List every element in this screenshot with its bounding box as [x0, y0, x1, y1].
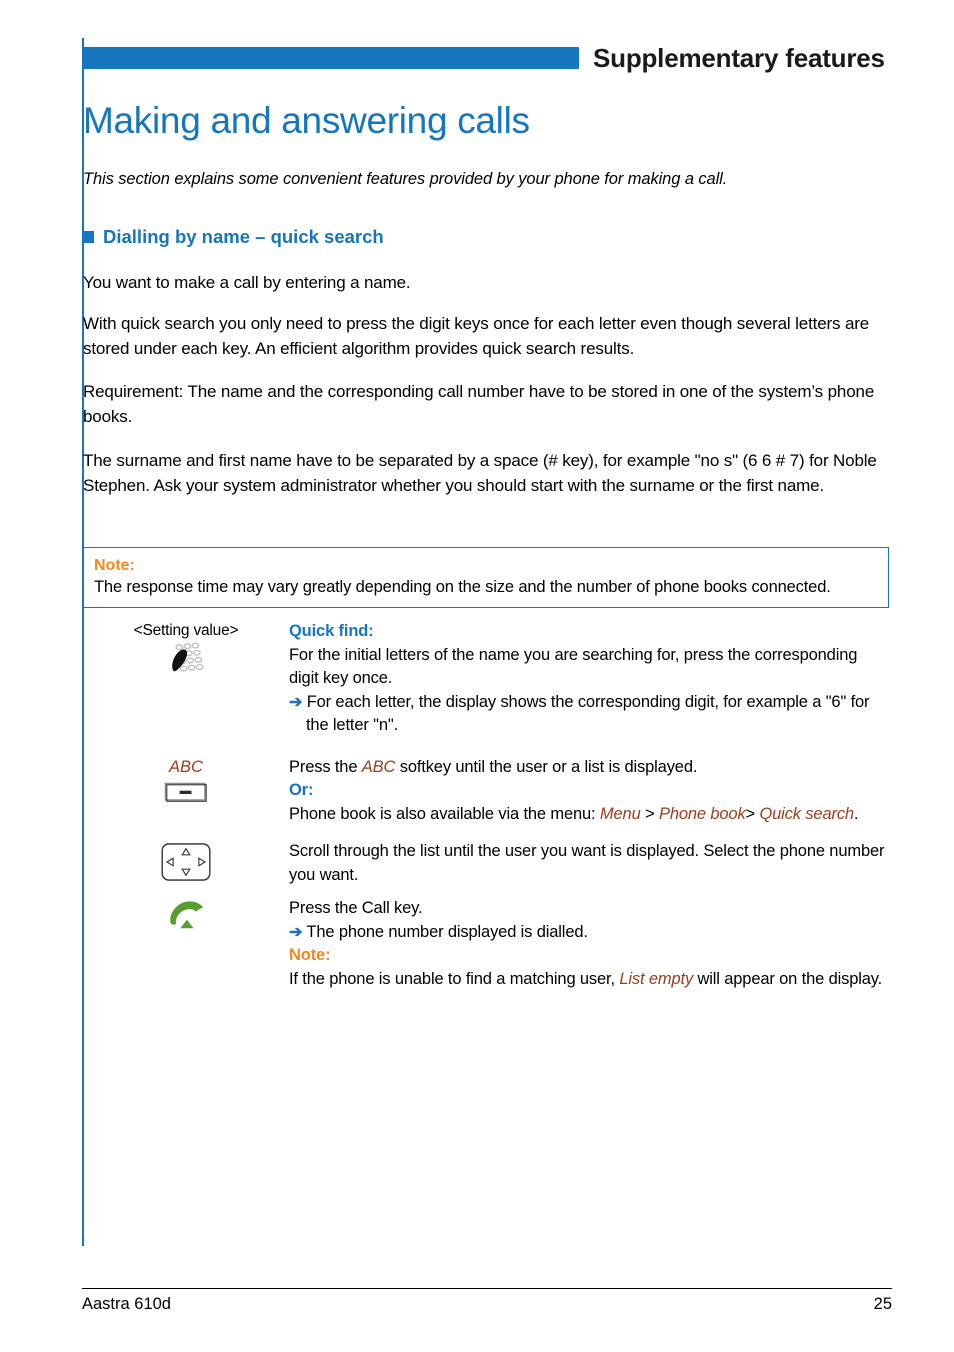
menu-separator-1: >	[640, 804, 659, 823]
menu-path-line: Phone book is also available via the men…	[289, 803, 891, 827]
note-text: The response time may vary greatly depen…	[94, 578, 831, 596]
step-text-after: softkey until the user or a list is disp…	[395, 757, 698, 776]
abc-inline: ABC	[361, 757, 396, 776]
list-empty-inline: List empty	[619, 969, 694, 988]
step-text-before: Press the	[289, 757, 362, 776]
menu-intro: Phone book is also available via the men…	[289, 804, 600, 823]
menu-item-2: Phone book	[658, 804, 746, 823]
step-icon-cell: ABC	[83, 756, 289, 804]
inline-note-label: Note:	[289, 946, 331, 964]
step-text: For the initial letters of the name you …	[289, 645, 858, 688]
step-arrow-text: For each letter, the display shows the c…	[306, 692, 870, 735]
step-icon-cell: <Setting value>	[83, 620, 289, 679]
step-title: Quick find:	[289, 622, 374, 640]
step-text: Scroll through the list until the user y…	[289, 842, 885, 884]
keypad-icon	[172, 642, 204, 672]
instruction-steps: <Setting value> Quick find: For the init…	[83, 620, 891, 993]
footer-product-name: Aastra 610d	[82, 1295, 171, 1313]
paragraph-2: With quick search you only need to press…	[83, 314, 870, 358]
arrow-bullet-icon: ➔	[289, 923, 303, 941]
page-header: Supplementary features	[0, 38, 954, 78]
arrow-bullet-icon: ➔	[289, 693, 303, 711]
page-title: Making and answering calls	[83, 100, 530, 141]
call-key-icon	[170, 901, 203, 929]
section-heading-label: Dialling by name – quick search	[103, 226, 384, 247]
step-row: Scroll through the list until the user y…	[83, 840, 891, 887]
step-icon-cell	[83, 840, 289, 882]
intro-paragraph: This section explains some convenient fe…	[83, 170, 728, 188]
inline-note-before: If the phone is unable to find a matchin…	[289, 969, 620, 988]
navigation-key-icon	[161, 843, 211, 881]
inline-note-after: will appear on the display.	[693, 969, 883, 988]
step-arrow-line: ➔ For each letter, the display shows the…	[289, 691, 891, 738]
step-icon-cell	[83, 897, 289, 933]
step-text: Press the ABC softkey until the user or …	[289, 756, 891, 780]
paragraph-4: The surname and first name have to be se…	[83, 451, 877, 495]
step-row: Press the Call key. ➔ The phone number d…	[83, 897, 891, 991]
step-body: Scroll through the list until the user y…	[289, 840, 891, 887]
menu-item-3: Quick search	[759, 804, 854, 823]
softkey-icon	[164, 782, 207, 802]
step-arrow-text: The phone number displayed is dialled.	[306, 922, 588, 941]
step-row: <Setting value> Quick find: For the init…	[83, 620, 891, 738]
footer-row: Aastra 610d 25	[82, 1289, 892, 1314]
menu-end: .	[853, 804, 859, 823]
abc-softkey-label: ABC	[169, 757, 203, 776]
step-body: Press the Call key. ➔ The phone number d…	[289, 897, 891, 991]
paragraph-1: You want to make a call by entering a na…	[83, 273, 411, 292]
step-body: Quick find: For the initial letters of t…	[289, 620, 891, 738]
note-label: Note:	[94, 557, 135, 574]
menu-item-1: Menu	[599, 804, 641, 823]
square-bullet-icon	[82, 231, 94, 243]
step-body: Press the ABC softkey until the user or …	[289, 756, 891, 827]
page-footer: Aastra 610d 25	[82, 1288, 892, 1314]
step-arrow-line: ➔ The phone number displayed is dialled.	[289, 921, 891, 945]
or-label: Or:	[289, 781, 314, 799]
footer-page-number: 25	[873, 1295, 892, 1313]
header-accent-bar	[82, 47, 579, 69]
inline-note-text: If the phone is unable to find a matchin…	[289, 968, 891, 992]
paragraph-3: Requirement: The name and the correspond…	[83, 382, 875, 426]
step-text: Press the Call key.	[289, 899, 423, 917]
header-title: Supplementary features	[593, 42, 885, 73]
setting-value-label: <Setting value>	[133, 622, 239, 639]
note-box: Note: The response time may vary greatly…	[83, 547, 889, 608]
step-row: ABC Press the ABC softkey until the user…	[83, 756, 891, 827]
menu-separator-2: >	[745, 804, 760, 823]
section-heading: Dialling by name – quick search	[82, 226, 384, 248]
document-page: Supplementary features eud-1093/1.0 – 17…	[0, 0, 954, 1352]
